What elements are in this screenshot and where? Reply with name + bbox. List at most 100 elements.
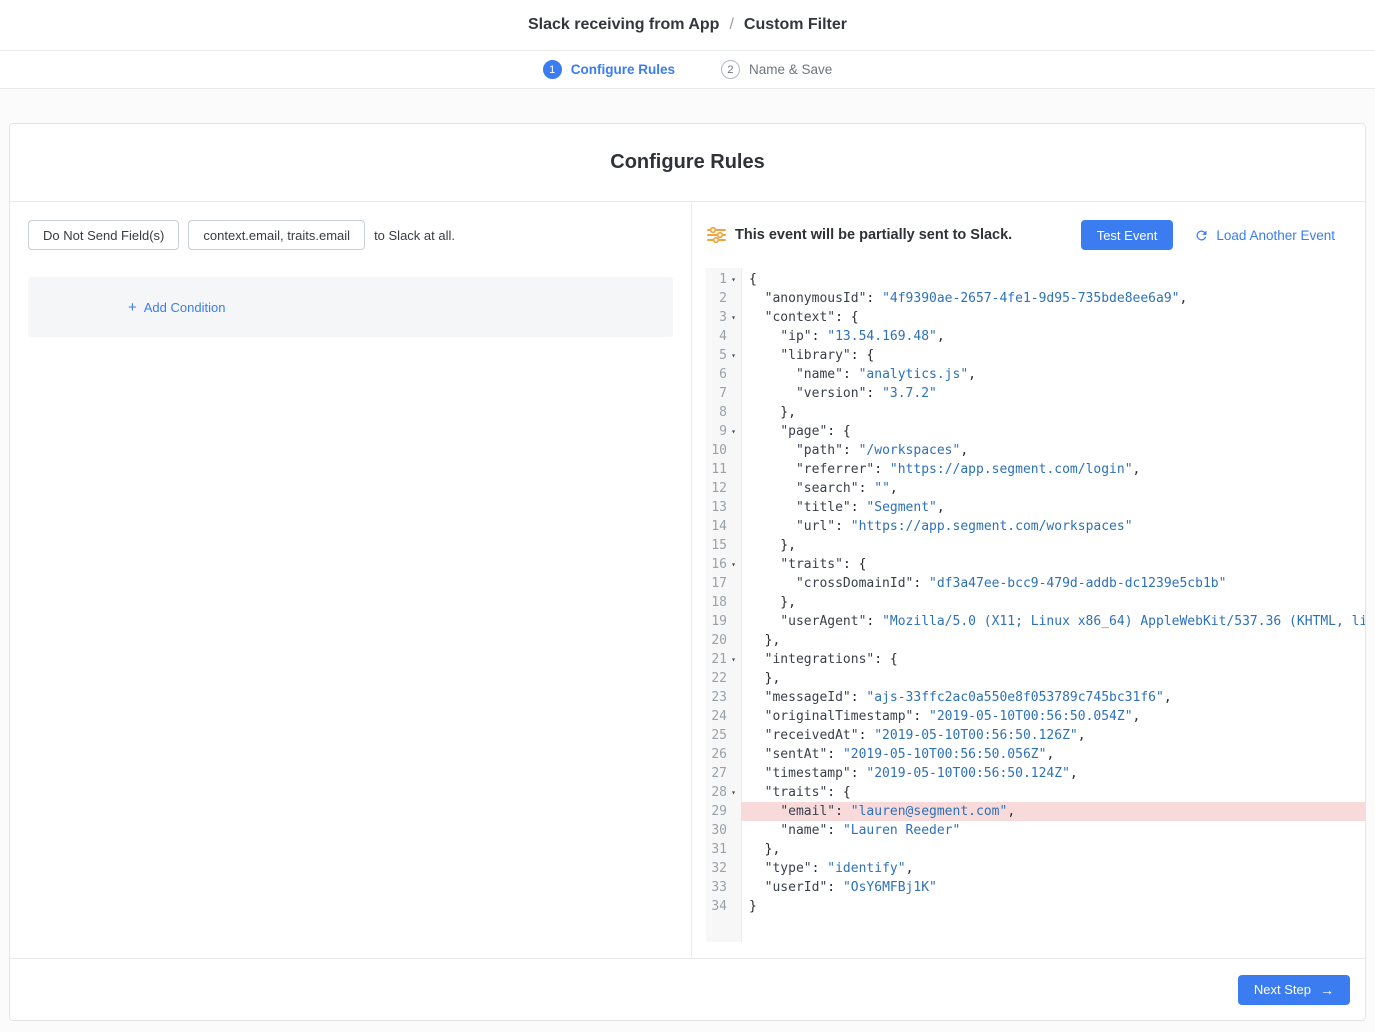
code-line-content: "integrations": { <box>741 650 1365 669</box>
line-number-gutter: 5▾ <box>706 346 741 365</box>
code-line-content: }, <box>741 631 1365 650</box>
fold-toggle-icon[interactable]: ▾ <box>727 308 740 327</box>
plus-icon: + <box>128 300 137 315</box>
code-line: 30 "name": "Lauren Reeder" <box>706 821 1365 840</box>
line-number: 29 <box>706 802 727 821</box>
line-number: 33 <box>706 878 727 897</box>
code-line-content: }, <box>741 403 1365 422</box>
fold-toggle-icon[interactable]: ▾ <box>727 346 740 365</box>
test-event-button[interactable]: Test Event <box>1081 220 1174 250</box>
fold-toggle-icon[interactable]: ▾ <box>727 555 740 574</box>
code-line: 32 "type": "identify", <box>706 859 1365 878</box>
rule-row: Do Not Send Field(s) context.email, trai… <box>28 220 673 250</box>
line-number: 25 <box>706 726 727 745</box>
code-line-content: } <box>741 897 1365 916</box>
code-line-content: "userId": "OsY6MFBj1K" <box>741 878 1365 897</box>
load-another-event-button[interactable]: Load Another Event <box>1194 228 1335 243</box>
code-line-content: "url": "https://app.segment.com/workspac… <box>741 517 1365 536</box>
rules-panel: Do Not Send Field(s) context.email, trai… <box>10 202 691 958</box>
line-number-gutter: 13 <box>706 498 741 517</box>
line-number-gutter: 1▾ <box>706 270 741 289</box>
code-line-content: "path": "/workspaces", <box>741 441 1365 460</box>
code-line-content: "type": "identify", <box>741 859 1365 878</box>
line-number: 4 <box>706 327 727 346</box>
fold-toggle-icon[interactable]: ▾ <box>727 422 740 441</box>
line-number: 7 <box>706 384 727 403</box>
step-name-save[interactable]: 2 Name & Save <box>721 60 832 79</box>
line-number-gutter: 23 <box>706 688 741 707</box>
line-number: 3 <box>706 308 727 327</box>
code-line-content: "name": "Lauren Reeder" <box>741 821 1365 840</box>
code-line: 3▾ "context": { <box>706 308 1365 327</box>
breadcrumb-parent[interactable]: Slack receiving from App <box>528 16 719 34</box>
code-editor[interactable]: 1▾{2 "anonymousId": "4f9390ae-2657-4fe1-… <box>706 268 1365 942</box>
line-number-gutter: 34 <box>706 897 741 916</box>
line-number-gutter: 16▾ <box>706 555 741 574</box>
line-number: 10 <box>706 441 727 460</box>
code-line: 9▾ "page": { <box>706 422 1365 441</box>
code-line-content: "timestamp": "2019-05-10T00:56:50.124Z", <box>741 764 1365 783</box>
next-step-button[interactable]: Next Step → <box>1238 975 1350 1005</box>
code-line-content: { <box>741 270 1365 289</box>
fold-toggle-icon[interactable]: ▾ <box>727 650 740 669</box>
arrow-right-icon: → <box>1320 983 1334 997</box>
line-number: 31 <box>706 840 727 859</box>
code-line-content: "messageId": "ajs-33ffc2ac0a550e8f053789… <box>741 688 1365 707</box>
code-line-content: }, <box>741 840 1365 859</box>
code-line: 5▾ "library": { <box>706 346 1365 365</box>
line-number-gutter: 33 <box>706 878 741 897</box>
line-number: 12 <box>706 479 727 498</box>
code-line-content: "anonymousId": "4f9390ae-2657-4fe1-9d95-… <box>741 289 1365 308</box>
code-line-highlighted: 29 "email": "lauren@segment.com", <box>706 802 1365 821</box>
code-line: 6 "name": "analytics.js", <box>706 365 1365 384</box>
step-2-circle: 2 <box>721 60 740 79</box>
code-line-content: }, <box>741 669 1365 688</box>
line-number-gutter: 14 <box>706 517 741 536</box>
line-number: 21 <box>706 650 727 669</box>
step-configure-rules[interactable]: 1 Configure Rules <box>543 60 675 79</box>
line-number: 2 <box>706 289 727 308</box>
add-condition-area: + Add Condition <box>28 277 673 337</box>
code-line: 16▾ "traits": { <box>706 555 1365 574</box>
code-line: 27 "timestamp": "2019-05-10T00:56:50.124… <box>706 764 1365 783</box>
line-number: 26 <box>706 745 727 764</box>
line-number: 27 <box>706 764 727 783</box>
line-number-gutter: 26 <box>706 745 741 764</box>
line-number-gutter: 8 <box>706 403 741 422</box>
line-number-gutter: 17 <box>706 574 741 593</box>
code-line: 19 "userAgent": "Mozilla/5.0 (X11; Linux… <box>706 612 1365 631</box>
code-line-content: "userAgent": "Mozilla/5.0 (X11; Linux x8… <box>741 612 1365 631</box>
code-line: 4 "ip": "13.54.169.48", <box>706 327 1365 346</box>
code-line: 23 "messageId": "ajs-33ffc2ac0a550e8f053… <box>706 688 1365 707</box>
top-bar: Slack receiving from App / Custom Filter <box>0 0 1375 51</box>
code-line: 28▾ "traits": { <box>706 783 1365 802</box>
fold-toggle-icon[interactable]: ▾ <box>727 270 740 289</box>
rule-suffix-text: to Slack at all. <box>374 228 455 243</box>
code-line-content: "title": "Segment", <box>741 498 1365 517</box>
line-number-gutter: 15 <box>706 536 741 555</box>
code-line-content: "receivedAt": "2019-05-10T00:56:50.126Z"… <box>741 726 1365 745</box>
code-line: 17 "crossDomainId": "df3a47ee-bcc9-479d-… <box>706 574 1365 593</box>
code-line: 31 }, <box>706 840 1365 859</box>
code-line-content: "originalTimestamp": "2019-05-10T00:56:5… <box>741 707 1365 726</box>
do-not-send-fields-button[interactable]: Do Not Send Field(s) <box>28 220 179 250</box>
line-number-gutter: 3▾ <box>706 308 741 327</box>
configure-rules-card: Configure Rules Do Not Send Field(s) con… <box>9 123 1366 1021</box>
code-line-content: "sentAt": "2019-05-10T00:56:50.056Z", <box>741 745 1365 764</box>
line-number: 23 <box>706 688 727 707</box>
code-line-content: "library": { <box>741 346 1365 365</box>
event-status-text: This event will be partially sent to Sla… <box>735 227 1012 243</box>
add-condition-label: Add Condition <box>144 300 226 315</box>
event-bar: This event will be partially sent to Sla… <box>692 202 1365 268</box>
code-line: 18 }, <box>706 593 1365 612</box>
fold-toggle-icon[interactable]: ▾ <box>727 783 740 802</box>
code-line: 13 "title": "Segment", <box>706 498 1365 517</box>
line-number: 34 <box>706 897 727 916</box>
code-line: 15 }, <box>706 536 1365 555</box>
line-number: 16 <box>706 555 727 574</box>
breadcrumb: Slack receiving from App / Custom Filter <box>528 16 847 34</box>
line-number-gutter: 7 <box>706 384 741 403</box>
line-number-gutter: 6 <box>706 365 741 384</box>
add-condition-button[interactable]: + Add Condition <box>128 300 225 315</box>
fields-list-button[interactable]: context.email, traits.email <box>188 220 365 250</box>
